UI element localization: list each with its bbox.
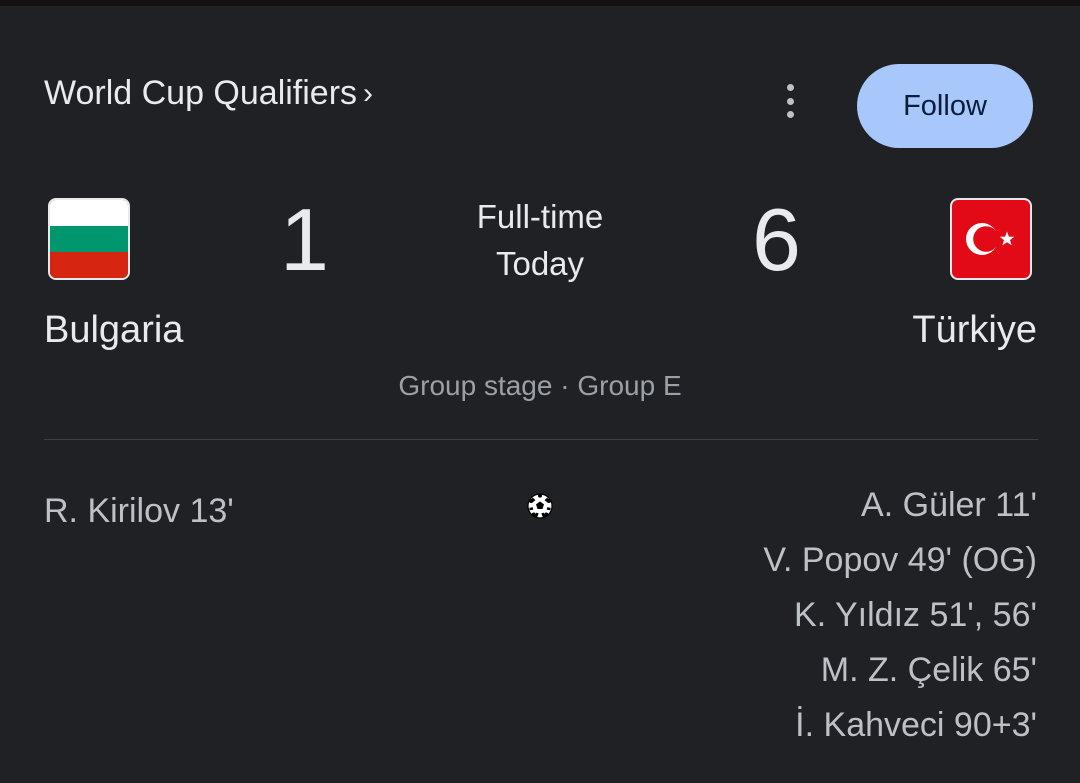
turkiye-flag-icon <box>950 198 1032 280</box>
competition-link[interactable]: World Cup Qualifiers › <box>44 74 373 113</box>
match-status: Full-time <box>476 198 604 235</box>
more-vert-icon[interactable] <box>774 84 806 118</box>
home-team-name[interactable]: Bulgaria <box>44 309 183 352</box>
away-scorers: A. Güler 11' V. Popov 49' (OG) K. Yıldız… <box>763 478 1037 753</box>
follow-button[interactable]: Follow <box>857 64 1033 148</box>
away-scorer: K. Yıldız 51', 56' <box>794 596 1037 634</box>
away-scorer: A. Güler 11' <box>861 486 1037 524</box>
away-team-name[interactable]: Türkiye <box>912 309 1037 352</box>
away-scorer: V. Popov 49' (OG) <box>763 541 1037 579</box>
bulgaria-flag-icon <box>48 198 130 280</box>
match-stage: Group stage · Group E <box>398 370 682 401</box>
home-scorers: R. Kirilov 13' <box>44 484 234 539</box>
away-scorer: İ. Kahveci 90+3' <box>795 706 1037 744</box>
competition-title: World Cup Qualifiers <box>44 74 358 112</box>
away-scorer: M. Z. Çelik 65' <box>820 651 1037 689</box>
match-date: Today <box>495 245 585 282</box>
home-score: 1 <box>280 190 329 289</box>
chevron-right-icon: › <box>363 76 374 110</box>
home-scorer: R. Kirilov 13' <box>44 492 234 530</box>
divider <box>44 439 1038 440</box>
away-score: 6 <box>752 190 801 289</box>
soccer-ball-icon <box>527 493 553 519</box>
